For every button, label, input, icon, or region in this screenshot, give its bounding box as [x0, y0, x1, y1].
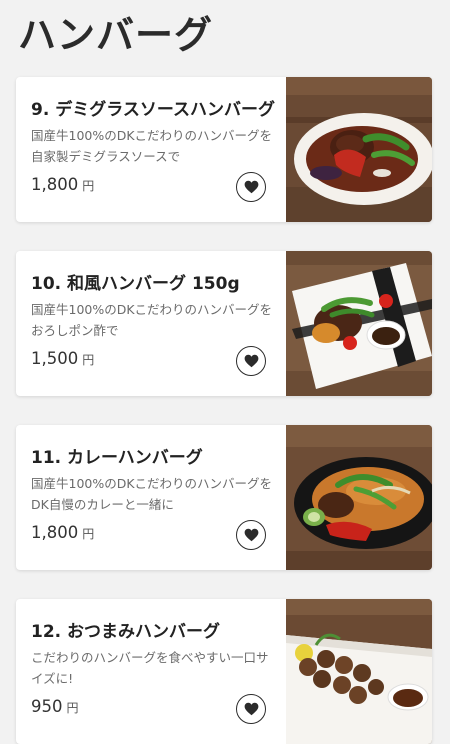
- heart-icon: [244, 180, 258, 194]
- heart-icon: [244, 528, 258, 542]
- menu-item-title: 11. カレーハンバーグ: [31, 448, 203, 468]
- menu-item-card[interactable]: 11. カレーハンバーグ 国産牛100%のDKこだわりのハンバーグをDK自慢のカ…: [16, 425, 432, 570]
- section-title: ハンバーグ: [18, 13, 214, 57]
- menu-item-price: 950: [31, 697, 63, 716]
- favorite-button[interactable]: [236, 346, 266, 376]
- heart-icon: [244, 354, 258, 368]
- favorite-button[interactable]: [236, 520, 266, 550]
- menu-item-price: 1,800: [31, 523, 79, 542]
- menu-item-photo: [286, 251, 432, 396]
- menu-item-photo: [286, 425, 432, 570]
- menu-item-description: 国産牛100%のDKこだわりのハンバーグをDK自慢のカレーと一緒に: [31, 476, 273, 512]
- menu-item-price-row: 1,800 円: [31, 523, 94, 542]
- menu-item-description: こだわりのハンバーグを食べやすい一口サイズに!: [31, 650, 269, 686]
- menu-item-price-row: 1,800 円: [31, 175, 94, 194]
- menu-item-description: 国産牛100%のDKこだわりのハンバーグをおろしポン酢で: [31, 302, 273, 338]
- favorite-button[interactable]: [236, 694, 266, 724]
- menu-item-currency: 円: [82, 353, 95, 367]
- menu-item-photo: [286, 599, 432, 744]
- menu-item-currency: 円: [82, 527, 95, 541]
- menu-item-title: 9. デミグラスソースハンバーグ: [31, 100, 276, 120]
- menu-item-title: 10. 和風ハンバーグ 150g: [31, 274, 240, 294]
- menu-item-card[interactable]: 12. おつまみハンバーグ こだわりのハンバーグを食べやすい一口サイズに! 95…: [16, 599, 432, 744]
- menu-item-price: 1,800: [31, 175, 79, 194]
- menu-item-info: 11. カレーハンバーグ 国産牛100%のDKこだわりのハンバーグをDK自慢のカ…: [16, 425, 286, 570]
- menu-item-price: 1,500: [31, 349, 79, 368]
- favorite-button[interactable]: [236, 172, 266, 202]
- heart-icon: [244, 702, 258, 716]
- menu-item-price-row: 1,500 円: [31, 349, 94, 368]
- menu-item-info: 9. デミグラスソースハンバーグ 国産牛100%のDKこだわりのハンバーグを自家…: [16, 77, 286, 222]
- menu-item-card[interactable]: 10. 和風ハンバーグ 150g 国産牛100%のDKこだわりのハンバーグをおろ…: [16, 251, 432, 396]
- menu-item-description: 国産牛100%のDKこだわりのハンバーグを自家製デミグラスソースで: [31, 128, 273, 164]
- menu-item-card[interactable]: 9. デミグラスソースハンバーグ 国産牛100%のDKこだわりのハンバーグを自家…: [16, 77, 432, 222]
- menu-item-info: 10. 和風ハンバーグ 150g 国産牛100%のDKこだわりのハンバーグをおろ…: [16, 251, 286, 396]
- menu-item-info: 12. おつまみハンバーグ こだわりのハンバーグを食べやすい一口サイズに! 95…: [16, 599, 286, 744]
- menu-item-title: 12. おつまみハンバーグ: [31, 622, 221, 642]
- menu-item-price-row: 950 円: [31, 697, 79, 716]
- menu-item-currency: 円: [66, 701, 79, 715]
- menu-item-currency: 円: [82, 179, 95, 193]
- menu-item-photo: [286, 77, 432, 222]
